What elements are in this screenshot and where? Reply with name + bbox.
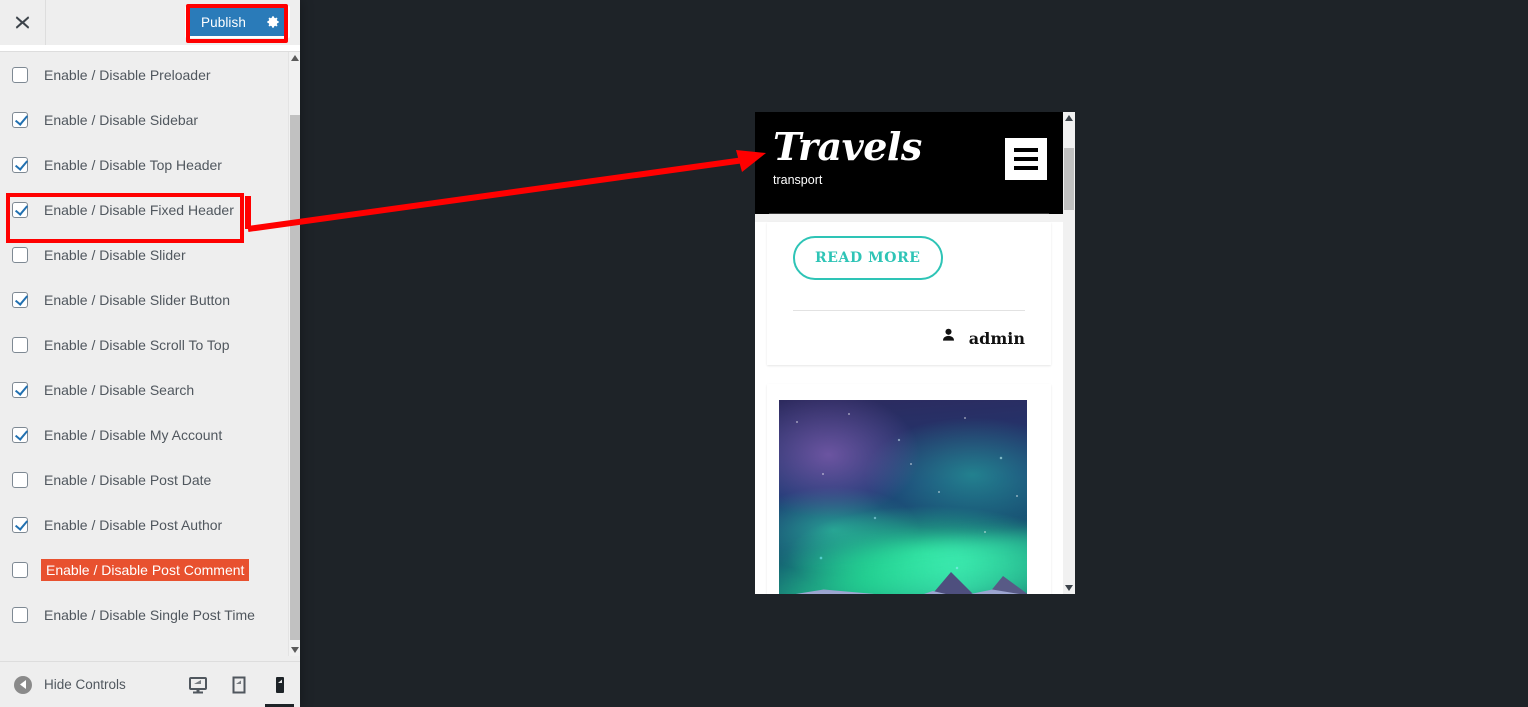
post-card-image — [767, 384, 1051, 594]
customizer-header-strip — [0, 45, 300, 52]
preview-frame: Travels transport READ MORE admin — [755, 112, 1075, 594]
checkbox-unchecked[interactable] — [12, 471, 28, 488]
control-label[interactable]: Enable / Disable Single Post Time — [44, 606, 255, 624]
triangle-up-icon[interactable] — [1063, 112, 1075, 124]
device-switcher — [177, 662, 300, 707]
preview-scrollbar-thumb[interactable] — [1064, 148, 1074, 210]
checkbox-checked[interactable] — [12, 516, 28, 533]
customizer-footer: Hide Controls — [0, 661, 300, 707]
customizer-scrollbar[interactable] — [288, 52, 300, 656]
control-label[interactable]: Enable / Disable Preloader — [44, 66, 211, 84]
publish-button-wrap: Publish — [185, 6, 290, 38]
card-divider — [793, 310, 1025, 311]
checkbox-checked[interactable] — [12, 381, 28, 398]
publish-button[interactable]: Publish — [185, 6, 290, 38]
control-row[interactable]: Enable / Disable Post Author — [0, 502, 288, 547]
device-mobile-button[interactable] — [259, 662, 300, 707]
customizer-panel: Publish Enable / Disable Preloader Enable… — [0, 0, 300, 707]
device-desktop-button[interactable] — [177, 662, 218, 707]
device-tablet-button[interactable] — [218, 662, 259, 707]
checkbox-checked[interactable] — [12, 156, 28, 173]
checkbox-unchecked[interactable] — [12, 561, 28, 578]
checkbox-unchecked[interactable] — [12, 606, 28, 623]
customizer-scrollbar-thumb[interactable] — [290, 115, 300, 640]
hamburger-bar — [1014, 166, 1038, 170]
featured-image — [779, 400, 1027, 594]
control-row[interactable]: Enable / Disable Sidebar — [0, 97, 288, 142]
control-label[interactable]: Enable / Disable Post Comment — [41, 558, 250, 581]
mountain-peak — [929, 572, 977, 594]
control-label[interactable]: Enable / Disable Post Date — [44, 471, 211, 489]
read-more-button[interactable]: READ MORE — [793, 236, 943, 280]
triangle-down-icon[interactable] — [1063, 582, 1075, 594]
control-row[interactable]: Enable / Disable Post Date — [0, 457, 288, 502]
checkbox-unchecked[interactable] — [12, 66, 28, 83]
chevron-left-icon — [14, 675, 32, 694]
publish-button-label: Publish — [201, 14, 246, 30]
triangle-up-icon[interactable] — [289, 52, 301, 64]
hamburger-menu-icon[interactable] — [1005, 138, 1047, 180]
header-underline — [769, 213, 1049, 214]
screen: Publish Enable / Disable Preloader Enable… — [0, 0, 1528, 707]
gear-icon[interactable] — [258, 8, 288, 36]
user-icon — [940, 327, 957, 349]
control-row[interactable]: Enable / Disable Single Post Time — [0, 592, 288, 637]
control-row[interactable]: Enable / Disable Preloader — [0, 52, 288, 97]
checkbox-checked[interactable] — [12, 426, 28, 443]
controls-list: Enable / Disable Preloader Enable / Disab… — [0, 52, 288, 656]
control-label[interactable]: Enable / Disable Slider — [44, 246, 186, 264]
checkbox-checked[interactable] — [12, 201, 28, 218]
post-author-name[interactable]: admin — [969, 329, 1025, 348]
star-field — [779, 400, 1027, 594]
control-row[interactable]: Enable / Disable Top Header — [0, 142, 288, 187]
control-label[interactable]: Enable / Disable Top Header — [44, 156, 222, 174]
control-row[interactable]: Enable / Disable My Account — [0, 412, 288, 457]
close-icon[interactable] — [0, 0, 46, 45]
control-label[interactable]: Enable / Disable Scroll To Top — [44, 336, 229, 354]
control-label[interactable]: Enable / Disable Search — [44, 381, 194, 399]
control-label[interactable]: Enable / Disable Post Author — [44, 516, 222, 534]
control-row[interactable]: Enable / Disable Scroll To Top — [0, 322, 288, 367]
triangle-down-icon[interactable] — [289, 644, 301, 656]
control-label[interactable]: Enable / Disable Fixed Header — [44, 201, 234, 219]
hamburger-bar — [1014, 148, 1038, 152]
checkbox-unchecked[interactable] — [12, 336, 28, 353]
control-row[interactable]: Enable / Disable Slider — [0, 232, 288, 277]
control-row[interactable]: Enable / Disable Fixed Header — [0, 187, 288, 232]
hide-controls-button[interactable]: Hide Controls — [14, 675, 126, 694]
control-row[interactable]: Enable / Disable Slider Button — [0, 277, 288, 322]
customizer-header: Publish — [0, 0, 300, 46]
checkbox-checked[interactable] — [12, 111, 28, 128]
control-label[interactable]: Enable / Disable My Account — [44, 426, 222, 444]
control-row[interactable]: Enable / Disable Search — [0, 367, 288, 412]
control-label[interactable]: Enable / Disable Slider Button — [44, 291, 230, 309]
preview-scrollbar[interactable] — [1063, 112, 1075, 594]
hide-controls-label: Hide Controls — [44, 677, 126, 692]
hamburger-bar — [1014, 157, 1038, 161]
content-gap — [755, 214, 1063, 222]
preview-viewport: Travels transport READ MORE admin — [755, 112, 1063, 594]
checkbox-checked[interactable] — [12, 291, 28, 308]
checkbox-unchecked[interactable] — [12, 246, 28, 263]
post-meta: admin — [793, 327, 1025, 349]
control-label[interactable]: Enable / Disable Sidebar — [44, 111, 198, 129]
control-row[interactable]: Enable / Disable Post Comment — [0, 547, 288, 592]
post-card: READ MORE admin — [767, 222, 1051, 365]
site-header: Travels transport — [755, 112, 1063, 214]
